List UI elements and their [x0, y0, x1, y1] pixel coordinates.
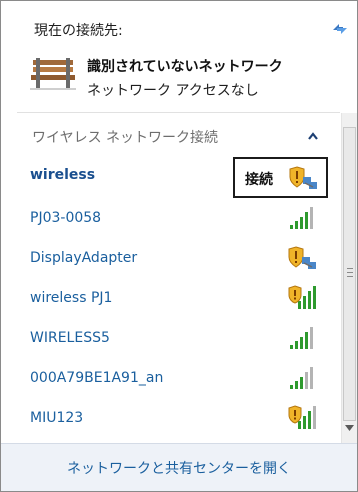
network-row-displayadapter[interactable]: DisplayAdapter: [1, 238, 341, 278]
shield-signal-icon: [288, 405, 316, 429]
network-row-pj03-0058[interactable]: PJ03-0058: [1, 198, 341, 238]
grip-icon: [347, 268, 353, 277]
adhoc-network-shield-icon: [288, 246, 316, 269]
park-bench-icon: [30, 58, 76, 90]
network-name: DisplayAdapter: [30, 250, 138, 266]
network-name: 000A79BE1A91_an: [30, 370, 164, 386]
network-row-wireless5[interactable]: WIRELESS5: [1, 318, 341, 358]
wireless-network-flyout: 現在の接続先: 識別されていないネットワーク ネットワーク アクセスなし ワイヤ…: [0, 0, 358, 492]
wireless-section-label: ワイヤレス ネットワーク接続: [32, 130, 219, 146]
network-name: MIU123: [30, 410, 84, 426]
current-connection-header: 現在の接続先: 識別されていないネットワーク ネットワーク アクセスなし: [1, 1, 357, 109]
scroll-down-icon[interactable]: [345, 425, 354, 431]
wireless-section-header[interactable]: ワイヤレス ネットワーク接続: [1, 113, 341, 153]
network-row-miu123[interactable]: MIU123: [1, 398, 341, 438]
network-name: wireless PJ1: [30, 290, 113, 306]
signal-strength-icon: [290, 367, 313, 389]
network-row-000a79be1a91-an[interactable]: 000A79BE1A91_an: [1, 358, 341, 398]
open-network-sharing-center-link[interactable]: ネットワークと共有センターを開く: [1, 458, 357, 478]
network-name: WIRELESS5: [30, 330, 110, 346]
chevron-up-icon[interactable]: [307, 131, 319, 141]
connected-network-name: 識別されていないネットワーク: [87, 59, 283, 75]
footer-bar: ネットワークと共有センターを開く: [1, 443, 357, 491]
network-name: wireless: [30, 167, 96, 183]
scrollbar[interactable]: [341, 113, 357, 443]
shield-warning-icon: [289, 166, 317, 189]
connect-button[interactable]: 接続: [233, 157, 328, 198]
scrollbar-thumb[interactable]: [343, 127, 356, 421]
signal-strength-icon: [290, 207, 313, 229]
signal-strength-icon: [290, 327, 313, 349]
refresh-icon[interactable]: [331, 21, 349, 37]
shield-signal-icon: [288, 285, 316, 309]
current-connection-title: 現在の接続先:: [34, 23, 123, 39]
network-name: PJ03-0058: [30, 210, 102, 226]
connected-network-status: ネットワーク アクセスなし: [87, 83, 259, 99]
network-row-wireless-pj1[interactable]: wireless PJ1: [1, 278, 341, 318]
connect-button-label: 接続: [245, 172, 273, 188]
